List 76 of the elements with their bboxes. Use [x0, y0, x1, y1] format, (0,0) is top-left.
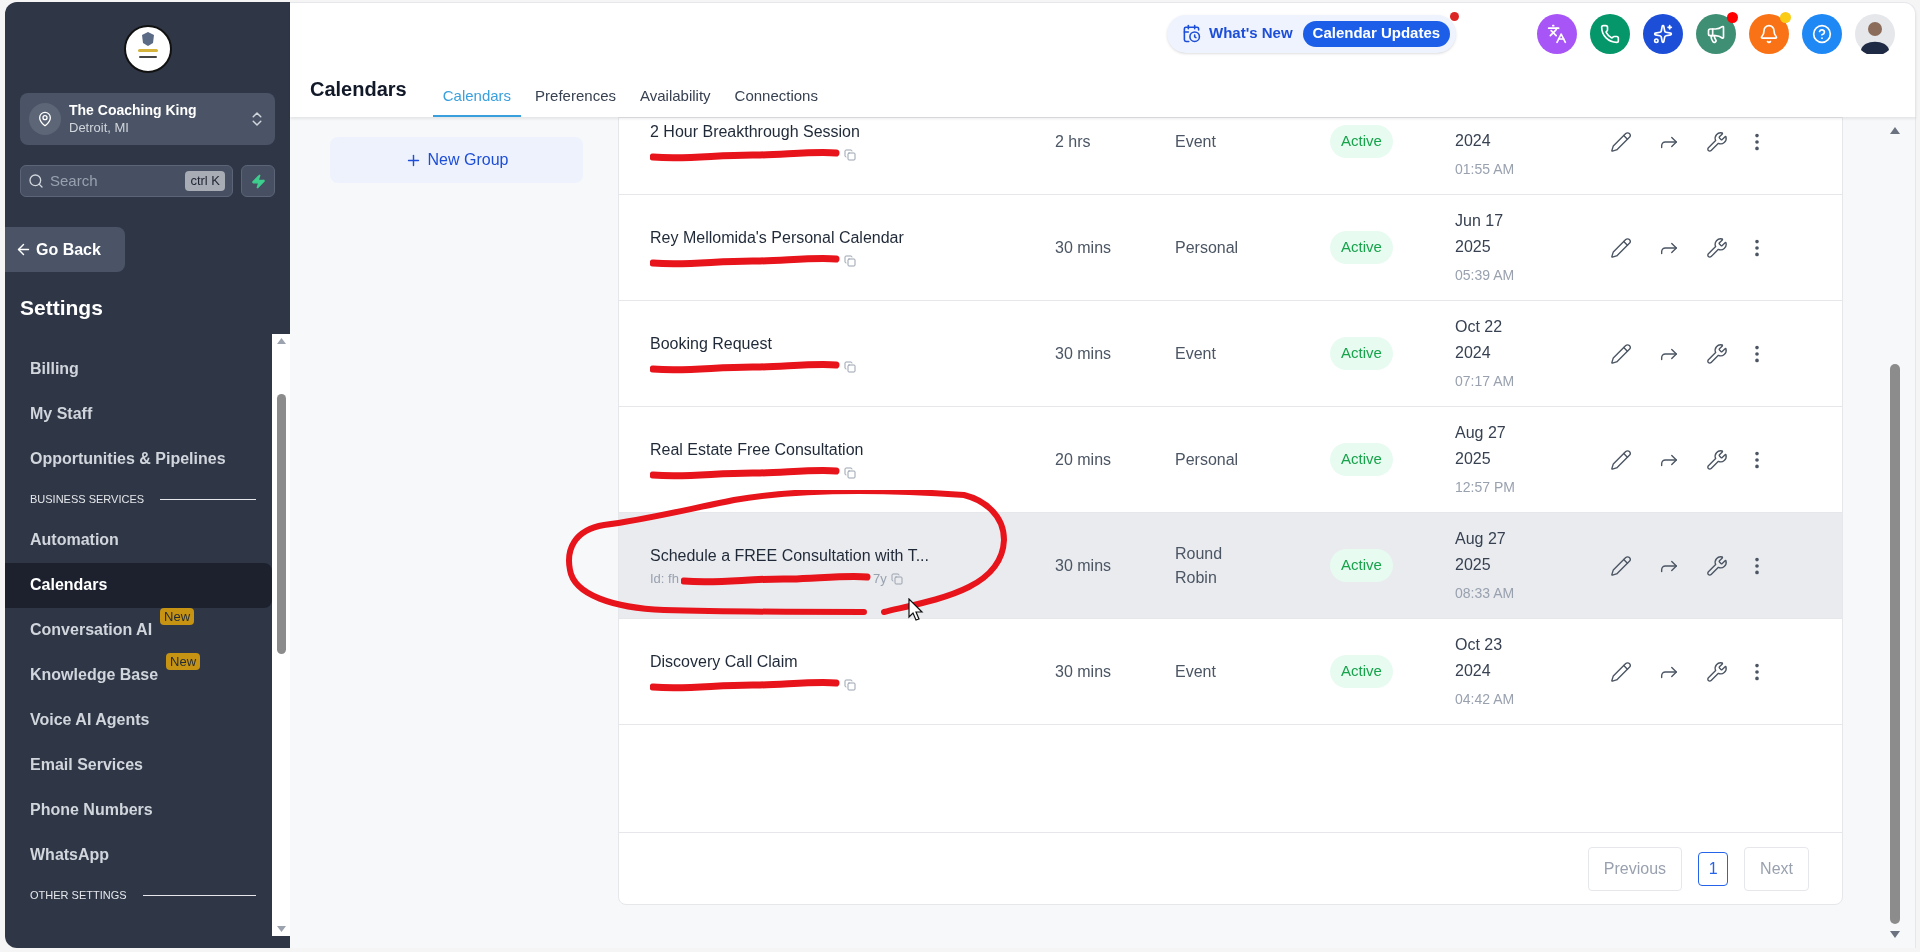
- time: 01:55 AM: [1455, 159, 1516, 179]
- calendar-type: Round Robin: [1175, 543, 1224, 588]
- status-badge: Active: [1330, 443, 1393, 476]
- date: Oct 23: [1455, 634, 1504, 655]
- account-switcher[interactable]: The Coaching King Detroit, MI: [20, 93, 275, 145]
- date: Oct 22: [1455, 316, 1504, 337]
- sidebar-item[interactable]: Billing: [5, 346, 272, 392]
- settings-title: Settings: [20, 295, 104, 321]
- status-badge: Active: [1330, 231, 1393, 264]
- time: 04:42 AM: [1455, 689, 1516, 709]
- calendar-name[interactable]: Schedule a FREE Consultation with T...: [650, 543, 1055, 568]
- sidebar-item[interactable]: Phone Numbers: [5, 787, 272, 833]
- duration: 30 mins: [1055, 237, 1113, 258]
- sidebar-item[interactable]: WhatsApp: [5, 832, 272, 878]
- page-button[interactable]: 1: [1698, 851, 1729, 886]
- year: 2025: [1455, 448, 1492, 469]
- table-row[interactable]: Schedule a FREE Consultation with T... Id: fh 7y 30 mins Round Robin Active Aug 27 2025 08:33 AM: [619, 513, 1842, 619]
- calendar-updates-pill[interactable]: Calendar Updates: [1302, 20, 1451, 47]
- calendar-name[interactable]: Rey Mellomida's Personal Calendar: [650, 225, 1055, 250]
- calendar-name[interactable]: Booking Request: [650, 331, 1055, 356]
- status-badge: Active: [1330, 549, 1393, 582]
- year: 2025: [1455, 236, 1492, 257]
- status-badge: Active: [1330, 337, 1393, 370]
- page-title: Calendars: [310, 77, 407, 102]
- sidebar-item[interactable]: Conversation AI New: [5, 607, 272, 653]
- calendar-type: Personal: [1175, 449, 1240, 470]
- date: Aug 27: [1455, 528, 1507, 549]
- tab[interactable]: Preferences: [525, 75, 626, 117]
- sidebar-item[interactable]: Opportunities & Pipelines: [5, 436, 272, 482]
- search-field[interactable]: Search ctrl K: [20, 165, 233, 197]
- duration: 30 mins: [1055, 661, 1113, 682]
- year: 2024: [1455, 342, 1492, 363]
- time: 08:33 AM: [1455, 583, 1516, 603]
- tab[interactable]: Connections: [724, 75, 828, 117]
- back-button[interactable]: Go Back: [5, 227, 125, 272]
- date: Aug 27: [1455, 422, 1507, 443]
- year: 2024: [1455, 660, 1492, 681]
- section-heading: OTHER SETTINGS: [30, 888, 127, 904]
- sidebar-item[interactable]: My Staff: [5, 391, 272, 437]
- new-badge: New: [166, 653, 201, 670]
- calendar-name[interactable]: Discovery Call Claim: [650, 649, 1055, 674]
- sidebar-item[interactable]: Voice AI Agents: [5, 697, 272, 743]
- account-name: The Coaching King: [69, 102, 198, 120]
- calendar-id: Id: fh: [650, 569, 679, 588]
- calendar-type: Event: [1175, 131, 1217, 152]
- calendar-type: Personal: [1175, 237, 1240, 258]
- duration: 30 mins: [1055, 555, 1113, 576]
- time: 05:39 AM: [1455, 265, 1516, 285]
- time: 12:57 PM: [1455, 477, 1516, 497]
- sidebar-item[interactable]: Email Services: [5, 742, 272, 788]
- tab[interactable]: Availability: [629, 75, 721, 117]
- date: Jun 17: [1455, 210, 1505, 231]
- year: 2025: [1455, 554, 1492, 575]
- year: 2024: [1455, 130, 1492, 151]
- calendar-type: Event: [1175, 661, 1217, 682]
- time: 07:17 AM: [1455, 371, 1516, 391]
- status-badge: Active: [1330, 125, 1393, 158]
- shortcut-key: ctrl K: [185, 171, 225, 191]
- whats-new-pill[interactable]: What's New Calendar Updates: [1167, 14, 1457, 53]
- calendar-name[interactable]: 2 Hour Breakthrough Session: [650, 119, 1055, 144]
- section-heading: BUSINESS SERVICES: [30, 492, 145, 508]
- whats-new-label: What's New: [1209, 23, 1293, 44]
- calendar-type: Event: [1175, 343, 1217, 364]
- sidebar-item[interactable]: Automation: [5, 517, 272, 563]
- account-location: Detroit, MI: [69, 119, 130, 136]
- calendar-id: 7y: [872, 569, 887, 588]
- sidebar-item[interactable]: Knowledge Base New: [5, 652, 272, 698]
- new-group-button[interactable]: New Group: [330, 137, 583, 183]
- duration: 2 hrs: [1055, 131, 1092, 152]
- sidebar-item[interactable]: Calendars: [5, 562, 272, 608]
- status-badge: Active: [1330, 655, 1393, 688]
- duration: 30 mins: [1055, 343, 1113, 364]
- new-badge: New: [160, 608, 195, 625]
- duration: 20 mins: [1055, 449, 1113, 470]
- calendar-name[interactable]: Real Estate Free Consultation: [650, 437, 1055, 462]
- search-input[interactable]: Search: [50, 169, 180, 193]
